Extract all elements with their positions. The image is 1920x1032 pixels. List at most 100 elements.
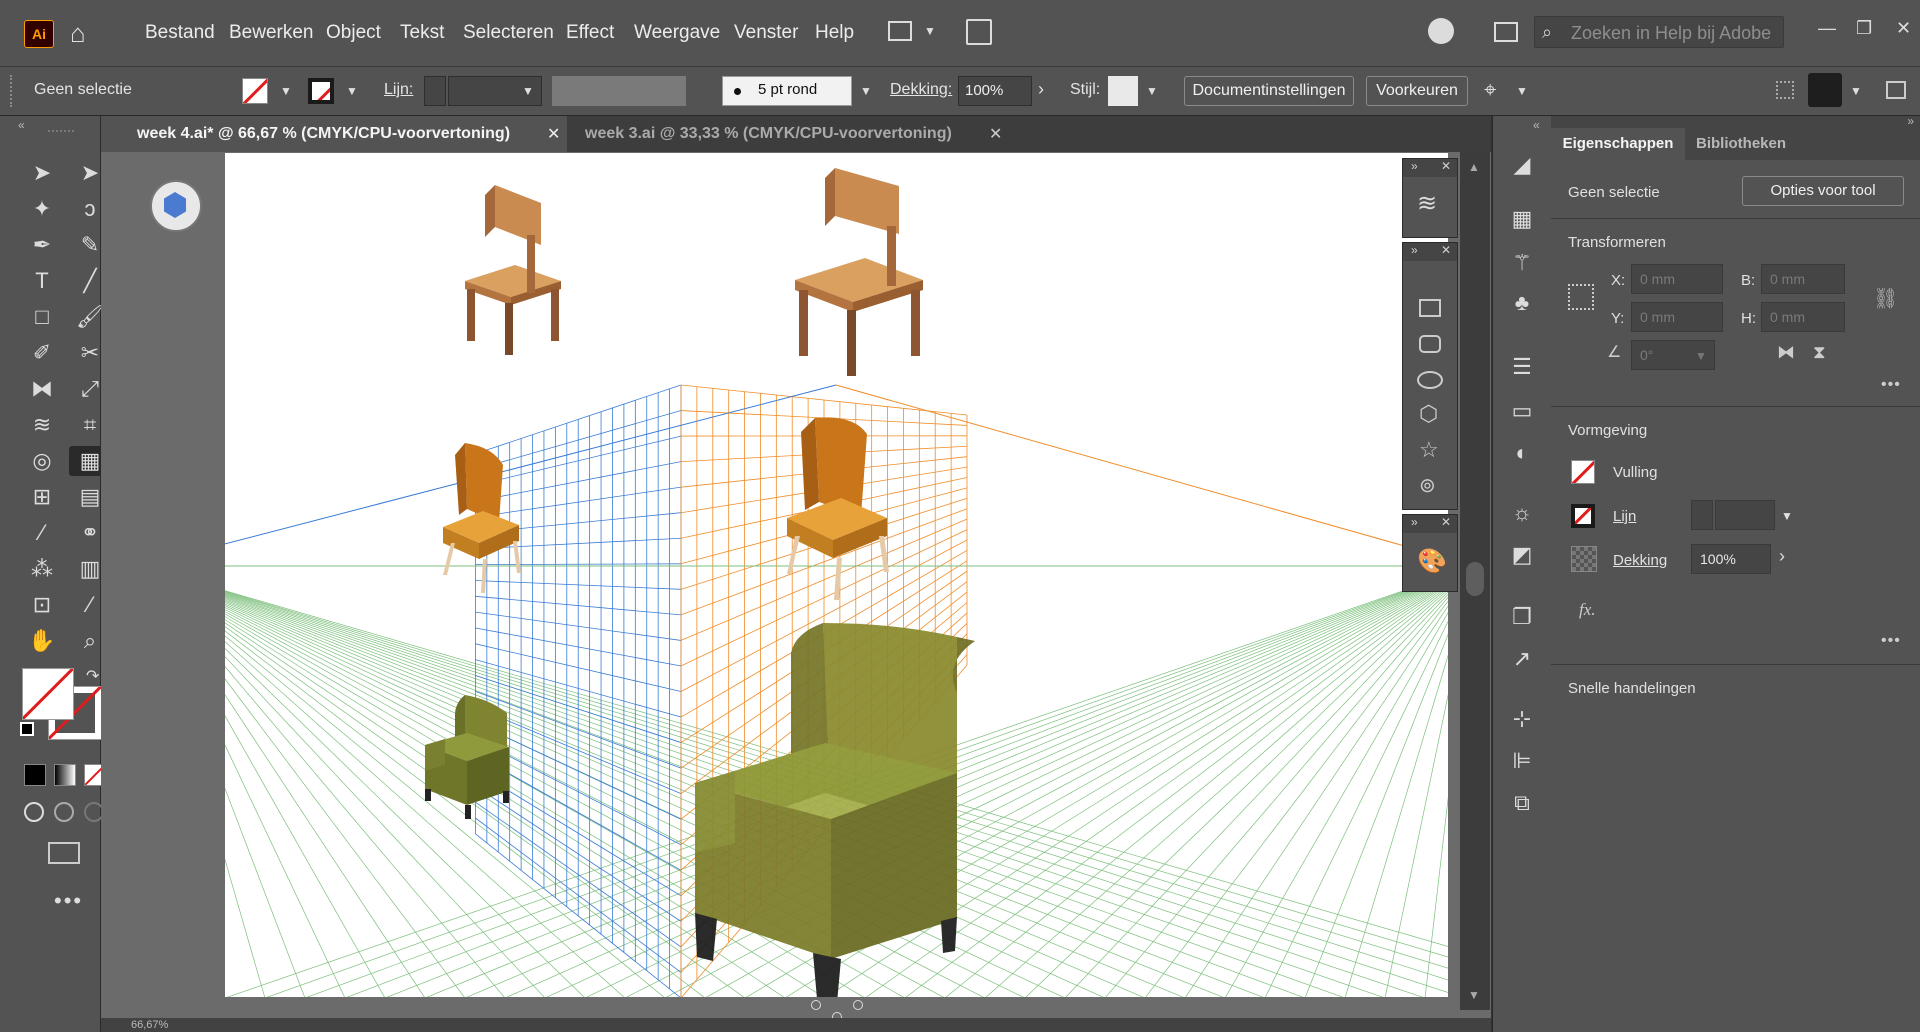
- menu-weergave[interactable]: Weergave: [634, 20, 720, 46]
- rectangle-tool-icon[interactable]: □: [27, 302, 57, 332]
- scroll-up-icon[interactable]: ▲: [1468, 160, 1480, 174]
- graphic-styles-icon[interactable]: ◩: [1507, 540, 1537, 570]
- grid-handle[interactable]: [853, 1000, 863, 1010]
- workspace-icon[interactable]: [1494, 22, 1518, 42]
- stroke-swatch[interactable]: [308, 78, 334, 104]
- stroke-label[interactable]: Lijn:: [384, 79, 413, 101]
- more-tools-icon[interactable]: •••: [54, 888, 83, 914]
- mesh-tool-icon[interactable]: ⊞: [27, 482, 57, 512]
- opacity-label[interactable]: Dekking: [1613, 552, 1667, 569]
- warp-tool-icon[interactable]: ≋: [27, 410, 57, 440]
- search-input[interactable]: Zoeken in Help bij Adobe: [1534, 16, 1784, 48]
- flare-icon[interactable]: ⊚: [1419, 473, 1436, 498]
- transform-panel-icon[interactable]: ⊹: [1507, 704, 1537, 734]
- menu-tekst[interactable]: Tekst: [400, 20, 444, 46]
- menu-bestand[interactable]: Bestand: [145, 20, 215, 46]
- artboard-tool-icon[interactable]: ⊡: [27, 590, 57, 620]
- chevron-down-icon[interactable]: ▼: [924, 24, 936, 38]
- home-icon[interactable]: ⌂: [70, 18, 86, 48]
- height-field[interactable]: 0 mm: [1761, 302, 1845, 332]
- align-panel-icon[interactable]: ⊫: [1507, 746, 1537, 776]
- panel-header[interactable]: » ✕: [1403, 243, 1457, 261]
- chevron-down-icon[interactable]: ▼: [860, 84, 872, 98]
- style-swatch[interactable]: [1108, 76, 1138, 106]
- collapse-icon[interactable]: «: [18, 118, 25, 132]
- opacity-label[interactable]: Dekking:: [890, 79, 952, 101]
- brushes-panel-icon[interactable]: ⚚: [1507, 248, 1537, 278]
- menu-effect[interactable]: Effect: [566, 20, 614, 46]
- perspective-plane-widget[interactable]: [150, 180, 202, 232]
- artboards-panel-icon[interactable]: ❐: [1507, 602, 1537, 632]
- expand-icon[interactable]: »: [1907, 114, 1914, 128]
- gradient-mode-icon[interactable]: [54, 764, 76, 786]
- panel-header[interactable]: » ✕: [1403, 515, 1457, 533]
- opacity-field[interactable]: 100%: [1691, 544, 1771, 574]
- minimize-button[interactable]: —: [1818, 16, 1836, 40]
- fill-swatch[interactable]: [1571, 460, 1595, 484]
- stroke-label[interactable]: Lijn: [1613, 508, 1636, 525]
- stroke-panel-icon[interactable]: ☰: [1507, 352, 1537, 382]
- transparency-panel-icon[interactable]: ◐: [1507, 438, 1537, 468]
- default-colors-icon[interactable]: [20, 722, 34, 736]
- grip-handle[interactable]: [10, 75, 16, 107]
- variable-width-profile[interactable]: [552, 76, 686, 106]
- rectangle-icon[interactable]: [1419, 299, 1441, 317]
- screen-mode-icon[interactable]: [48, 842, 80, 864]
- close-window-button[interactable]: ✕: [1896, 16, 1911, 40]
- width-field[interactable]: 0 mm: [1761, 264, 1845, 294]
- stroke-stepper[interactable]: [1691, 500, 1713, 530]
- collapse-icon[interactable]: «: [1533, 118, 1540, 132]
- chevron-down-icon[interactable]: ▼: [522, 84, 534, 98]
- gradient-panel-icon[interactable]: ◢: [1507, 150, 1537, 180]
- tab-week-4[interactable]: week 4.ai* @ 66,67 % (CMYK/CPU-voorverto…: [101, 116, 567, 152]
- export-icon[interactable]: ↗: [1507, 644, 1537, 674]
- close-tab-icon[interactable]: ✕: [989, 124, 1002, 144]
- chevron-down-icon[interactable]: ▼: [1695, 349, 1707, 363]
- reference-point-icon[interactable]: [1568, 284, 1594, 310]
- palette-icon[interactable]: 🎨: [1417, 547, 1447, 576]
- opacity-input[interactable]: 100%: [958, 76, 1032, 106]
- x-field[interactable]: 0 mm: [1631, 264, 1723, 294]
- draw-behind-icon[interactable]: [54, 802, 74, 822]
- reflect-tool-icon[interactable]: ⧓: [27, 374, 57, 404]
- pen-tool-icon[interactable]: ✒: [27, 230, 57, 260]
- artboard[interactable]: [225, 153, 1448, 997]
- stroke-weight-field[interactable]: [1715, 500, 1775, 530]
- star-icon[interactable]: ☆: [1419, 437, 1439, 463]
- symbols-panel-icon[interactable]: ♣: [1507, 288, 1537, 318]
- tab-week-3[interactable]: week 3.ai @ 33,33 % (CMYK/CPU-voorverton…: [567, 116, 1017, 152]
- symbol-sprayer-tool-icon[interactable]: ⁂: [27, 554, 57, 584]
- user-icon[interactable]: [1428, 18, 1454, 44]
- pathfinder-panel-icon[interactable]: ⧉: [1507, 788, 1537, 818]
- fill-dropdown-icon[interactable]: ▼: [280, 84, 292, 98]
- shape-builder-tool-icon[interactable]: ◎: [27, 446, 57, 476]
- rounded-rectangle-icon[interactable]: [1419, 335, 1441, 353]
- panel-menu-icon[interactable]: [1886, 81, 1906, 99]
- polygon-icon[interactable]: ⬡: [1419, 401, 1438, 427]
- color-mode-icon[interactable]: [24, 764, 46, 786]
- draw-normal-icon[interactable]: [24, 802, 44, 822]
- flip-vertical-icon[interactable]: ⧗: [1813, 342, 1826, 363]
- opacity-icon[interactable]: [1571, 546, 1597, 572]
- chevron-right-icon[interactable]: ›: [1779, 546, 1785, 567]
- preferences-button[interactable]: Voorkeuren: [1366, 76, 1468, 106]
- fx-icon[interactable]: fx.: [1579, 600, 1596, 620]
- chevron-down-icon[interactable]: ▼: [1146, 84, 1158, 98]
- document-settings-button[interactable]: Documentinstellingen: [1184, 76, 1354, 106]
- tool-options-button[interactable]: Opties voor tool: [1742, 176, 1904, 206]
- more-options-icon[interactable]: •••: [1881, 376, 1901, 394]
- grid-handle[interactable]: [811, 1000, 821, 1010]
- scroll-thumb[interactable]: [1466, 562, 1484, 596]
- ellipse-icon[interactable]: [1417, 371, 1443, 389]
- chevron-down-icon[interactable]: ▼: [1516, 84, 1528, 98]
- appearance-panel-icon[interactable]: ☼: [1507, 498, 1537, 528]
- chevron-down-icon[interactable]: ▼: [1850, 84, 1862, 98]
- fill-swatch[interactable]: [242, 78, 268, 104]
- share-icon[interactable]: [966, 19, 992, 45]
- arrange-documents-icon[interactable]: [888, 21, 912, 41]
- close-tab-icon[interactable]: ✕: [547, 124, 560, 144]
- menu-venster[interactable]: Venster: [734, 20, 798, 46]
- swap-colors-icon[interactable]: ↷: [86, 666, 99, 686]
- vertical-scrollbar[interactable]: ▲ ▼: [1460, 152, 1490, 1010]
- fill-color-box[interactable]: [22, 668, 74, 720]
